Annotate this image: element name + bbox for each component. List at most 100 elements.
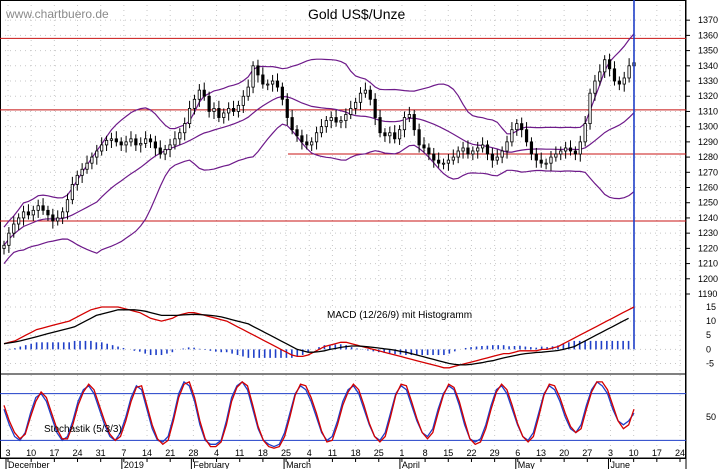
- candle-body: [212, 108, 216, 112]
- candle-body: [187, 108, 192, 125]
- macd-y-tick-label: 0: [706, 344, 711, 354]
- candle-body: [300, 135, 304, 143]
- x-day-tick-label: 15: [443, 448, 453, 458]
- x-day-tick-label: 11: [328, 448, 337, 458]
- candle-body: [61, 211, 65, 219]
- candle-body: [266, 83, 270, 86]
- candle-body: [603, 59, 607, 73]
- stochastic-y-tick-label: 50: [706, 412, 716, 422]
- candle-body: [529, 141, 534, 155]
- candle-body: [539, 159, 543, 164]
- candle-body: [334, 117, 338, 123]
- candle-body: [383, 132, 387, 137]
- candle-body: [363, 89, 367, 94]
- candle-body: [515, 123, 519, 131]
- candle-body: [12, 223, 16, 234]
- x-day-tick-label: 28: [188, 448, 198, 458]
- candle-body: [46, 209, 50, 216]
- candle-body: [588, 92, 592, 125]
- candle-body: [373, 98, 377, 118]
- price-y-tick-label: 1220: [698, 243, 718, 253]
- site-watermark: www.chartbuero.de: [5, 7, 109, 21]
- candle-body: [251, 65, 255, 88]
- candle-body: [114, 138, 118, 143]
- x-day-tick-label: 13: [536, 448, 546, 458]
- candle-body: [75, 174, 79, 185]
- x-month-label: June: [610, 460, 630, 469]
- candle-body: [80, 168, 84, 176]
- candle-body: [295, 129, 299, 137]
- x-day-tick-label: 11: [235, 448, 244, 458]
- candle-body: [510, 129, 514, 143]
- price-y-tick-label: 1280: [698, 152, 718, 162]
- candle-body: [368, 89, 372, 100]
- candle-body: [564, 147, 568, 152]
- candle-body: [329, 117, 333, 121]
- price-y-tick-label: 1290: [698, 137, 718, 147]
- candle-body: [65, 199, 70, 213]
- macd-y-tick-label: -5: [706, 359, 714, 369]
- candle-body: [95, 150, 99, 158]
- x-day-tick-label: 4: [214, 448, 219, 458]
- price-y-tick-label: 1200: [698, 274, 718, 284]
- candle-body: [422, 144, 426, 149]
- candle-body: [227, 108, 231, 114]
- macd-y-tick-label: 10: [706, 316, 716, 326]
- candle-body: [559, 150, 563, 155]
- x-day-tick-label: 20: [559, 448, 569, 458]
- candle-body: [432, 153, 436, 161]
- candle-body: [280, 86, 284, 100]
- candle-body: [554, 153, 558, 158]
- price-y-tick-label: 1210: [698, 259, 718, 269]
- candle-body: [31, 209, 35, 216]
- x-month-label: 2019: [124, 460, 144, 469]
- candle-body: [41, 205, 45, 211]
- candle-body: [544, 162, 548, 165]
- candle-body: [461, 147, 465, 152]
- candle-body: [505, 141, 509, 152]
- candle-body: [144, 138, 148, 144]
- price-y-tick-label: 1330: [698, 76, 718, 86]
- candle-body: [246, 86, 250, 97]
- x-day-tick-label: 3: [608, 448, 613, 458]
- candle-body: [271, 80, 275, 85]
- candle-body: [349, 108, 353, 115]
- candle-body: [456, 150, 460, 158]
- candle-body: [275, 80, 280, 88]
- price-y-tick-label: 1260: [698, 183, 718, 193]
- candle-body: [183, 123, 187, 134]
- candle-body: [202, 89, 206, 97]
- candle-body: [378, 117, 382, 134]
- candle-body: [109, 138, 114, 141]
- macd-title: MACD (12/26/9) mit Histogramm: [327, 310, 472, 321]
- candle-body: [305, 141, 309, 146]
- candle-body: [197, 89, 201, 100]
- candle-body: [85, 162, 89, 170]
- candle-body: [485, 144, 490, 155]
- candle-body: [192, 98, 197, 109]
- candle-body: [534, 153, 538, 161]
- x-day-tick-label: 22: [466, 448, 476, 458]
- candle-body: [222, 112, 226, 118]
- x-day-tick-label: 24: [675, 448, 685, 458]
- candle-body: [451, 156, 455, 161]
- candle-body: [129, 138, 133, 143]
- x-day-tick-label: 18: [351, 448, 361, 458]
- candle-body: [90, 156, 94, 164]
- macd-y-tick-label: 5: [706, 330, 711, 340]
- candle-body: [104, 139, 109, 146]
- candle-body: [568, 147, 573, 152]
- price-y-tick-label: 1250: [698, 198, 718, 208]
- candle-body: [70, 184, 74, 201]
- candle-body: [231, 108, 236, 112]
- candle-body: [354, 101, 358, 109]
- chart-title: Gold US$/Unze: [308, 6, 405, 22]
- x-month-label: May: [518, 460, 536, 469]
- candle-body: [578, 141, 582, 155]
- x-month-label: December: [8, 460, 50, 469]
- candle-body: [310, 141, 314, 146]
- candle-body: [256, 65, 260, 76]
- candle-body: [314, 132, 319, 143]
- candle-body: [236, 104, 241, 112]
- x-day-tick-label: 21: [165, 448, 175, 458]
